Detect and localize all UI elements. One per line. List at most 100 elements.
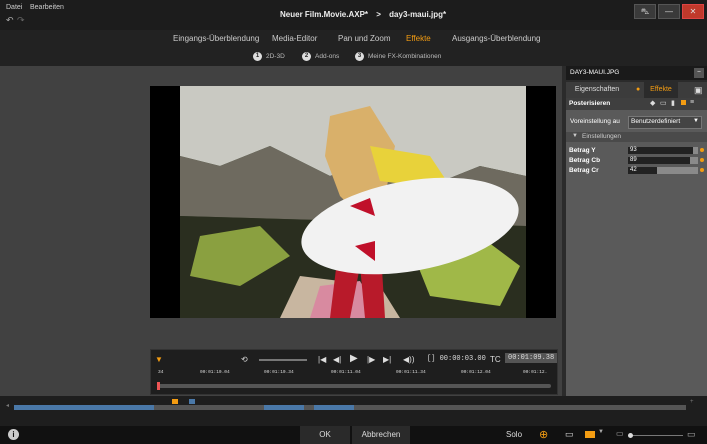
slider-fill	[628, 147, 694, 154]
tab-effekte[interactable]: Effekte	[406, 34, 431, 43]
tc-label: TC	[490, 355, 501, 364]
slider-betrag-cr[interactable]: 42	[628, 167, 698, 174]
tab-pan-und-zoom[interactable]: Pan und Zoom	[338, 34, 390, 43]
effect-name: Posterisieren	[569, 100, 611, 107]
timeline-strip: ◂ +	[0, 396, 707, 426]
play-icon[interactable]: ▶	[350, 353, 358, 364]
subtab-meine-fx[interactable]: 3 Meine FX-Kombinationen	[355, 52, 441, 61]
slider-value: 93	[630, 147, 637, 153]
expand-icon: ▼	[572, 133, 578, 139]
menu-edit[interactable]: Bearbeiten	[30, 4, 64, 11]
slider-value: 89	[630, 157, 637, 163]
tab-ausgangs-ueberblendung[interactable]: Ausgangs-Überblendung	[452, 34, 541, 43]
menu-icon[interactable]: ≡	[690, 99, 694, 106]
step-forward-icon[interactable]: |▶	[367, 355, 375, 364]
preset-dropdown[interactable]: Benutzerdefiniert ▼	[628, 116, 702, 129]
chevron-down-icon: ▼	[693, 118, 699, 124]
go-to-start-icon[interactable]: |◀	[318, 355, 326, 364]
clip-name: DAY3-MAUI.JPG	[570, 69, 620, 76]
go-to-end-icon[interactable]: ▶|	[383, 355, 391, 364]
volume-icon[interactable]: ◀))	[403, 355, 414, 364]
marker-blue[interactable]	[189, 399, 195, 404]
subtab-label: Meine FX-Kombinationen	[368, 53, 442, 60]
menu-file[interactable]: Datei	[6, 4, 22, 11]
shuttle-slider[interactable]	[259, 359, 307, 361]
tick-label: 00:01:12.	[523, 370, 548, 375]
keyframe-icon[interactable]	[700, 168, 704, 172]
duration-timecode[interactable]: [] 00:00:03.00	[427, 355, 486, 363]
zoom-out-icon[interactable]: ▭	[616, 429, 624, 438]
tick-label: 00:01:12.04	[461, 370, 491, 375]
timeline-clip[interactable]	[314, 405, 354, 410]
tab-effekte-panel[interactable]: Effekte	[644, 82, 678, 98]
subtab-label: Add-ons	[315, 53, 340, 60]
marker-icon[interactable]: ▼	[155, 355, 163, 364]
video-preview[interactable]	[150, 86, 556, 318]
tab-eigenschaften[interactable]: Eigenschaften	[566, 82, 628, 98]
ok-button[interactable]: OK	[300, 426, 350, 444]
param-label-betrag-y: Betrag Y	[569, 147, 596, 154]
keyframe-icon[interactable]	[700, 148, 704, 152]
loop-icon[interactable]: ⟲	[241, 355, 248, 364]
tick-label: 00:01:11.34	[396, 370, 426, 375]
subtab-add-ons[interactable]: 2 Add-ons	[302, 52, 339, 61]
slider-betrag-y[interactable]: 93	[628, 147, 698, 154]
undo-icon[interactable]: ↶	[6, 15, 14, 26]
scroll-left-icon[interactable]: ◂	[6, 402, 9, 409]
transport-controls: ▼ ⟲ |◀ ◀| ▶ |▶ ▶| ◀)) [] 00:00:03.00 TC …	[150, 349, 558, 395]
subtab-number: 2	[302, 52, 311, 61]
collapse-icon[interactable]: −	[694, 68, 704, 78]
editor-tabs: Eingangs-Überblendung Media-Editor Pan u…	[0, 30, 707, 66]
target-icon[interactable]: ⊕	[539, 428, 548, 441]
playhead[interactable]	[157, 382, 160, 390]
marker-orange[interactable]	[172, 399, 178, 404]
pin-icon[interactable]: ◆	[650, 99, 655, 107]
toggle-icon[interactable]	[681, 100, 686, 105]
timeline-track[interactable]	[14, 405, 686, 410]
trash-icon[interactable]: ▮	[671, 99, 675, 107]
chevron-down-icon[interactable]: ▼	[598, 429, 604, 435]
clip-scrubber[interactable]	[157, 382, 551, 390]
info-icon[interactable]: i	[8, 429, 19, 440]
subtab-label: 2D-3D	[266, 53, 285, 60]
solo-label[interactable]: Solo	[506, 426, 522, 444]
timeline-start-marker: 34	[158, 370, 164, 375]
step-back-icon[interactable]: ◀|	[333, 355, 341, 364]
timeline-clip[interactable]	[14, 405, 154, 410]
param-label-betrag-cb: Betrag Cb	[569, 157, 601, 164]
zoom-thumb[interactable]	[628, 433, 633, 438]
slider-value: 42	[630, 167, 637, 173]
color-icon[interactable]	[585, 431, 595, 438]
keyframe-icon[interactable]	[700, 158, 704, 162]
slider-fill	[628, 157, 691, 164]
effect-settings: Posterisieren ◆ ▭ ▮ ≡ Voreinstellung au …	[566, 98, 707, 396]
tick-label: 00:01:10.04	[200, 370, 230, 375]
image-icon[interactable]: ▭	[660, 99, 667, 107]
fullscreen-icon[interactable]: ▭	[565, 429, 574, 440]
photo-illustration	[180, 86, 526, 318]
tab-eingangs-ueberblendung[interactable]: Eingangs-Überblendung	[173, 34, 259, 43]
effects-dot-icon: ●	[636, 86, 641, 93]
settings-group-header[interactable]: ▼ Einstellungen	[566, 132, 707, 142]
zoom-in-icon[interactable]: ▭	[687, 429, 696, 440]
param-label-betrag-cr: Betrag Cr	[569, 167, 599, 174]
effect-header: Posterisieren ◆ ▭ ▮ ≡	[566, 98, 707, 110]
save-icon[interactable]: ▣	[694, 85, 703, 96]
close-button[interactable]: ✕	[682, 4, 704, 19]
project-name: Neuer Film.Movie.AXP*	[280, 10, 369, 19]
timeline-clip[interactable]	[264, 405, 304, 410]
subtab-2d-3d[interactable]: 1 2D-3D	[253, 52, 285, 61]
zoom-slider[interactable]	[628, 433, 683, 438]
minimize-button[interactable]: —	[658, 4, 680, 19]
cancel-button[interactable]: Abbrechen	[352, 426, 410, 444]
tab-media-editor[interactable]: Media-Editor	[272, 34, 317, 43]
window-title: Neuer Film.Movie.AXP* > day3-maui.jpg*	[280, 10, 452, 19]
panel-header: DAY3-MAUI.JPG −	[566, 66, 707, 80]
preset-value: Benutzerdefiniert	[631, 118, 681, 125]
redo-icon[interactable]: ↷	[17, 15, 25, 26]
scroll-up-icon[interactable]: +	[690, 399, 694, 405]
current-timecode[interactable]: 00:01:09.38	[505, 353, 558, 363]
slider-betrag-cb[interactable]: 89	[628, 157, 698, 164]
title-bar: Datei Bearbeiten ↶ ↷ Neuer Film.Movie.AX…	[0, 0, 707, 30]
cart-icon[interactable]: ⛍	[634, 4, 656, 19]
